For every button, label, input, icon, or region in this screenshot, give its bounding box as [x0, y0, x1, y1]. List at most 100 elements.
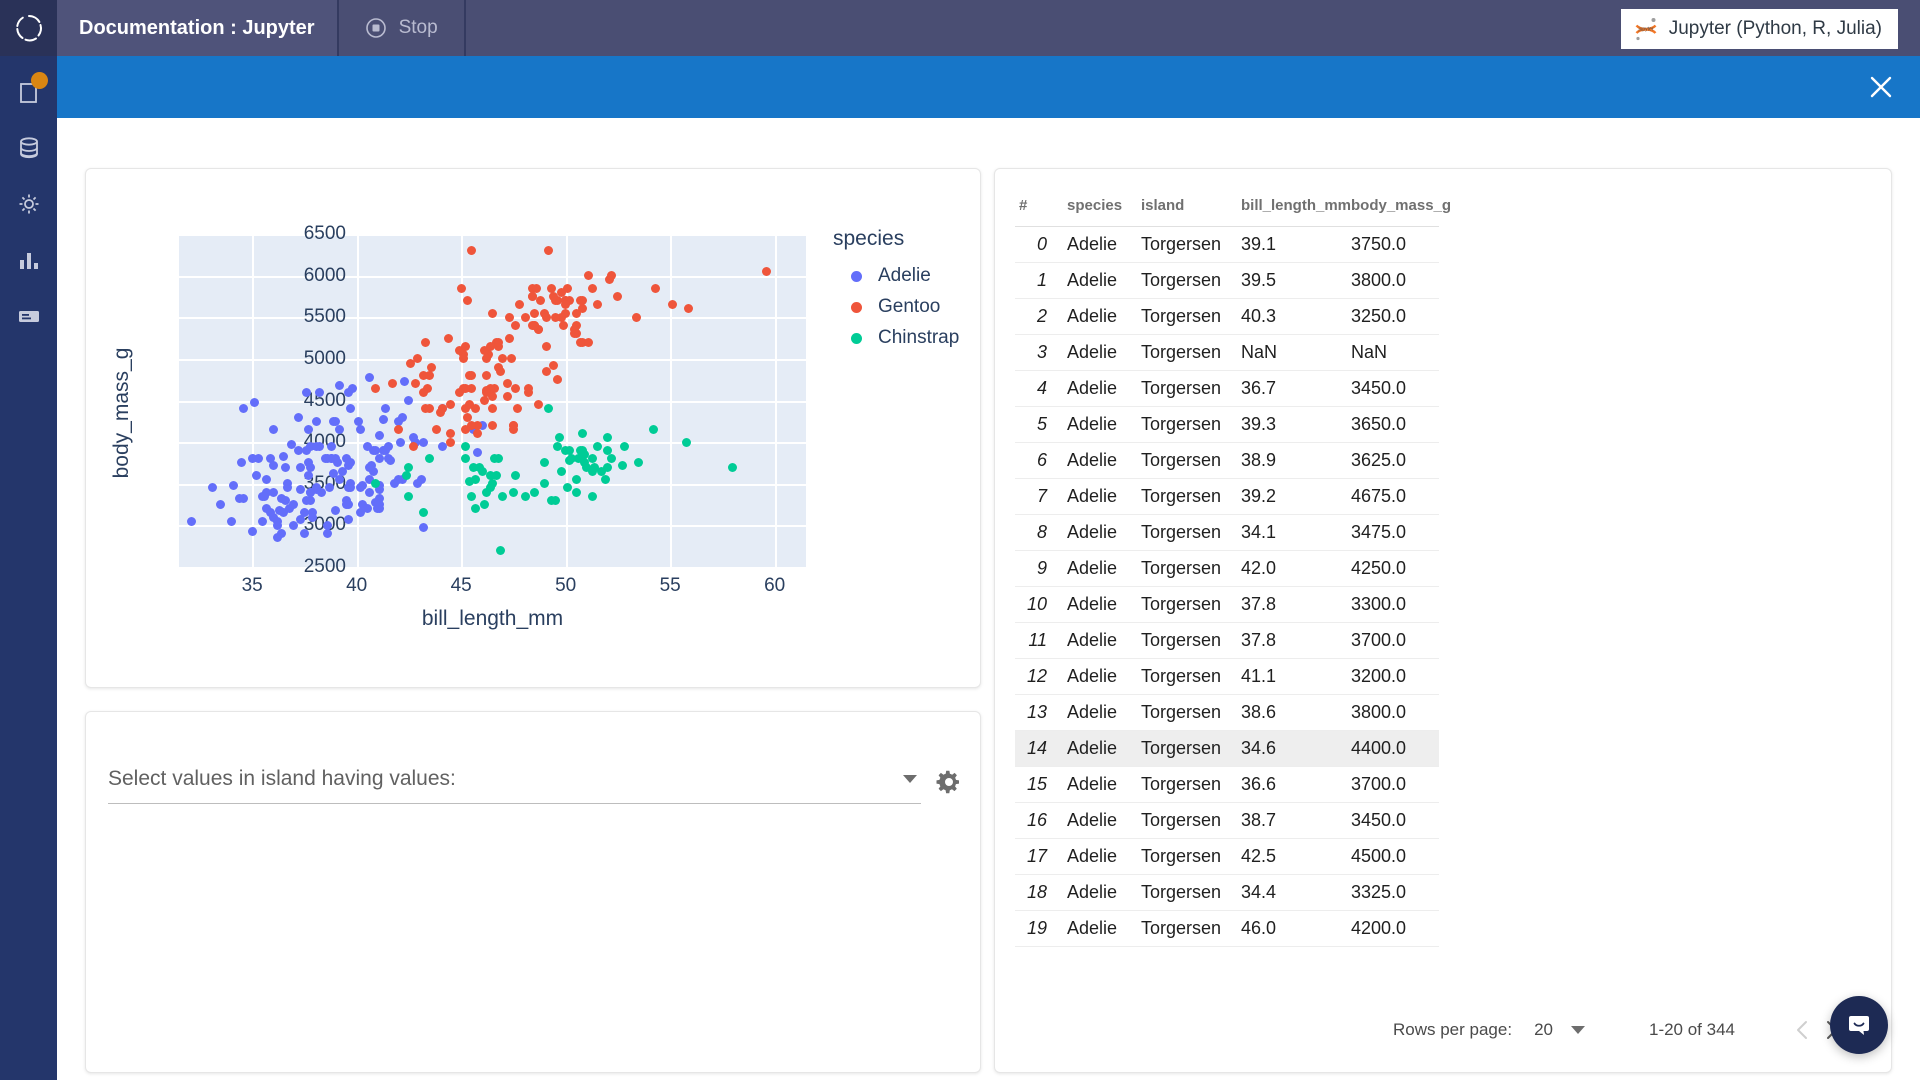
- filter-settings-gear-icon[interactable]: [935, 768, 963, 796]
- scatter-point: [389, 479, 399, 489]
- table-cell: 34.6: [1237, 730, 1347, 767]
- table-row[interactable]: 11 Adelie Torgersen 37.8 3700.0: [1015, 622, 1439, 659]
- scatter-point: [588, 491, 598, 501]
- table-cell: Torgersen: [1137, 514, 1237, 551]
- table-column-header[interactable]: #: [1015, 187, 1063, 227]
- scatter-point: [247, 527, 257, 537]
- table-row[interactable]: 5 Adelie Torgersen 39.3 3650.0: [1015, 406, 1439, 443]
- table-row[interactable]: 18 Adelie Torgersen 34.4 3325.0: [1015, 874, 1439, 911]
- table-cell: Torgersen: [1137, 442, 1237, 479]
- scatter-point: [260, 491, 270, 501]
- table-cell: 37.8: [1237, 622, 1347, 659]
- table-column-header[interactable]: bill_length_mm: [1237, 187, 1351, 227]
- close-icon[interactable]: [1868, 74, 1894, 100]
- table-row[interactable]: 8 Adelie Torgersen 34.1 3475.0: [1015, 514, 1439, 551]
- legend-item[interactable]: Chinstrap: [833, 327, 959, 349]
- table-cell: Adelie: [1063, 478, 1137, 515]
- scatter-point: [592, 441, 602, 451]
- x-axis-tick: 55: [659, 575, 681, 596]
- scatter-point: [617, 460, 627, 470]
- table-row-index: 9: [1015, 550, 1063, 587]
- table-row[interactable]: 7 Adelie Torgersen 39.2 4675.0: [1015, 478, 1439, 515]
- scatter-point: [383, 441, 393, 451]
- table-column-header[interactable]: body_mass_g: [1347, 187, 1451, 227]
- table-row[interactable]: 12 Adelie Torgersen 41.1 3200.0: [1015, 658, 1439, 695]
- scatter-point: [301, 387, 311, 397]
- scatter-plot[interactable]: 2500300035004000450050005500600065003540…: [86, 169, 980, 687]
- sidebar: [0, 56, 57, 1080]
- table-cell: Adelie: [1063, 406, 1137, 443]
- scatter-point: [510, 470, 520, 480]
- table-row[interactable]: 1 Adelie Torgersen 39.5 3800.0: [1015, 262, 1439, 299]
- top-bar: Documentation : Jupyter Stop jupyter Jup…: [0, 0, 1920, 56]
- table-cell: Torgersen: [1137, 658, 1237, 695]
- scatter-point: [502, 391, 512, 401]
- chart-icon: [19, 253, 38, 269]
- table-row[interactable]: 0 Adelie Torgersen 39.1 3750.0: [1015, 226, 1439, 263]
- table-row[interactable]: 4 Adelie Torgersen 36.7 3450.0: [1015, 370, 1439, 407]
- tab-documentation[interactable]: Documentation : Jupyter: [57, 0, 339, 56]
- table-cell: 3700.0: [1347, 622, 1439, 659]
- chevron-down-icon[interactable]: [903, 775, 917, 783]
- table-row[interactable]: 13 Adelie Torgersen 38.6 3800.0: [1015, 694, 1439, 731]
- intercom-chat-button[interactable]: [1830, 996, 1888, 1054]
- jupyter-spinner-logo-icon: [15, 14, 42, 42]
- table-row-index: 17: [1015, 838, 1063, 875]
- scatter-point: [398, 412, 408, 422]
- table-column-header[interactable]: species: [1063, 187, 1137, 227]
- table-row[interactable]: 2 Adelie Torgersen 40.3 3250.0: [1015, 298, 1439, 335]
- sidebar-item-charts[interactable]: [15, 246, 43, 274]
- app-logo[interactable]: [0, 0, 57, 56]
- table-cell: 39.5: [1237, 262, 1347, 299]
- island-filter-row: Select values in island having values:: [108, 767, 963, 804]
- table-cell: 3625.0: [1347, 442, 1439, 479]
- island-select[interactable]: Select values in island having values:: [108, 767, 921, 804]
- scatter-point: [343, 500, 353, 510]
- x-axis-tick: 60: [764, 575, 786, 596]
- scatter-point: [404, 462, 414, 472]
- scatter-point: [444, 333, 454, 343]
- table-cell: 4400.0: [1347, 730, 1439, 767]
- table-row[interactable]: 15 Adelie Torgersen 36.6 3700.0: [1015, 766, 1439, 803]
- scatter-point: [602, 462, 612, 472]
- table-column-header[interactable]: island: [1137, 187, 1237, 227]
- table-row-index: 2: [1015, 298, 1063, 335]
- table-cell: Adelie: [1063, 658, 1137, 695]
- table-cell: 3300.0: [1347, 586, 1439, 623]
- stop-button[interactable]: Stop: [339, 0, 466, 56]
- legend-label: Adelie: [878, 265, 931, 286]
- table-row-index: 15: [1015, 766, 1063, 803]
- scatter-point: [383, 454, 393, 464]
- table-row[interactable]: 9 Adelie Torgersen 42.0 4250.0: [1015, 550, 1439, 587]
- table-cell: 39.3: [1237, 406, 1347, 443]
- sidebar-item-files[interactable]: [15, 72, 48, 106]
- scatter-point: [529, 487, 539, 497]
- table-row[interactable]: 14 Adelie Torgersen 34.6 4400.0: [1015, 730, 1439, 767]
- table-row[interactable]: 17 Adelie Torgersen 42.5 4500.0: [1015, 838, 1439, 875]
- chevron-left-icon[interactable]: [1789, 1016, 1817, 1044]
- table-row[interactable]: 6 Adelie Torgersen 38.9 3625.0: [1015, 442, 1439, 479]
- table-cell: Adelie: [1063, 298, 1137, 335]
- table-cell: Adelie: [1063, 730, 1137, 767]
- table-cell: Torgersen: [1137, 406, 1237, 443]
- sidebar-item-settings[interactable]: [15, 190, 43, 218]
- scatter-point: [393, 425, 403, 435]
- legend-item[interactable]: Gentoo: [833, 296, 959, 318]
- table-row[interactable]: 19 Adelie Torgersen 46.0 4200.0: [1015, 910, 1439, 947]
- table-row[interactable]: 3 Adelie Torgersen NaN NaN: [1015, 334, 1439, 371]
- kernel-badge[interactable]: jupyter Jupyter (Python, R, Julia): [1620, 9, 1898, 49]
- chat-bubble-icon: [1849, 1016, 1869, 1035]
- scatter-point: [667, 300, 677, 310]
- table-row[interactable]: 16 Adelie Torgersen 38.7 3450.0: [1015, 802, 1439, 839]
- scatter-point: [301, 495, 311, 505]
- stop-label: Stop: [398, 17, 438, 38]
- sidebar-item-cards[interactable]: [15, 302, 43, 330]
- table-cell: 38.9: [1237, 442, 1347, 479]
- table-cell: 46.0: [1237, 910, 1347, 947]
- table-row[interactable]: 10 Adelie Torgersen 37.8 3300.0: [1015, 586, 1439, 623]
- sidebar-item-database[interactable]: [15, 134, 43, 162]
- rows-per-page-select[interactable]: 20: [1534, 1020, 1589, 1040]
- chevron-down-icon[interactable]: [1570, 1026, 1585, 1034]
- table-cell: Torgersen: [1137, 838, 1237, 875]
- legend-item[interactable]: Adelie: [833, 265, 959, 287]
